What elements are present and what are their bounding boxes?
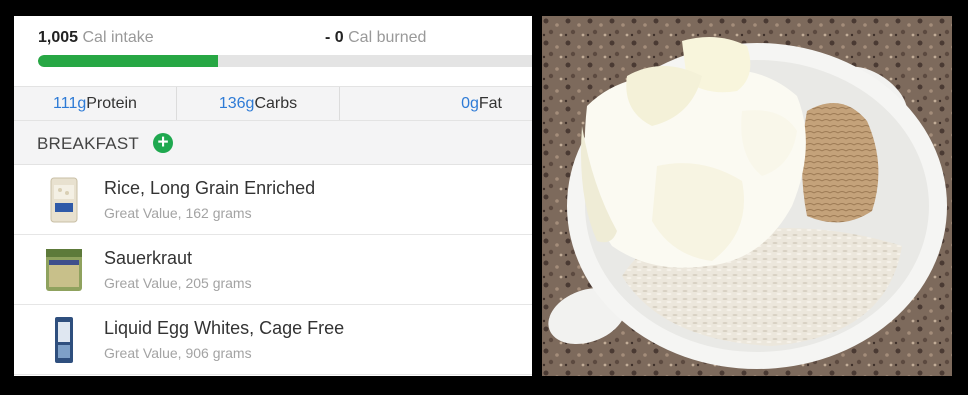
meal-header-breakfast: BREAKFAST + (14, 121, 532, 165)
food-item[interactable]: Sauerkraut Great Value, 205 grams (14, 235, 532, 305)
burned-value: - 0 (325, 29, 344, 46)
food-detail: Great Value, 906 grams (104, 345, 252, 361)
food-item[interactable]: Rice, Long Grain Enriched Great Value, 1… (14, 165, 532, 235)
food-detail: Great Value, 205 grams (104, 275, 252, 291)
protein-value: 111g (53, 94, 87, 112)
food-item[interactable]: Liquid Egg Whites, Cage Free Great Value… (14, 305, 532, 375)
macro-carbs[interactable]: 136g Carbs (177, 87, 340, 120)
protein-label: Protein (86, 94, 137, 112)
meal-bowl-photo (542, 16, 952, 376)
carbs-label: Carbs (254, 94, 298, 112)
intake-label: Cal intake (78, 29, 154, 46)
food-name: Sauerkraut (104, 248, 193, 268)
fat-value: 0g (461, 94, 479, 112)
food-log-panel: 1,005 Cal intake - 0 Cal burned 111g Pro… (14, 16, 532, 376)
macro-protein[interactable]: 111g Protein (14, 87, 177, 120)
rice-bag-icon (50, 177, 78, 223)
macro-summary: 111g Protein 136g Carbs 0g Fat (14, 86, 532, 121)
egg-whites-carton-icon (55, 317, 73, 363)
food-detail: Great Value, 162 grams (104, 205, 252, 221)
sauerkraut-jar-icon (46, 249, 82, 291)
calorie-burned: - 0 Cal burned (325, 29, 426, 47)
food-name: Rice, Long Grain Enriched (104, 178, 316, 198)
macro-fat[interactable]: 0g Fat (340, 87, 532, 120)
calorie-summary: 1,005 Cal intake - 0 Cal burned (14, 16, 532, 86)
fat-label: Fat (478, 94, 502, 112)
intake-value: 1,005 (38, 29, 79, 46)
calorie-intake: 1,005 Cal intake (38, 29, 154, 47)
carbs-value: 136g (218, 94, 255, 112)
meal-title: BREAKFAST (37, 134, 139, 153)
calorie-progress-fill (38, 55, 218, 67)
calorie-progress-bar (38, 55, 532, 67)
food-name: Liquid Egg Whites, Cage Free (104, 318, 345, 338)
burned-label: Cal burned (343, 29, 427, 46)
plus-circle-icon[interactable]: + (153, 133, 173, 153)
